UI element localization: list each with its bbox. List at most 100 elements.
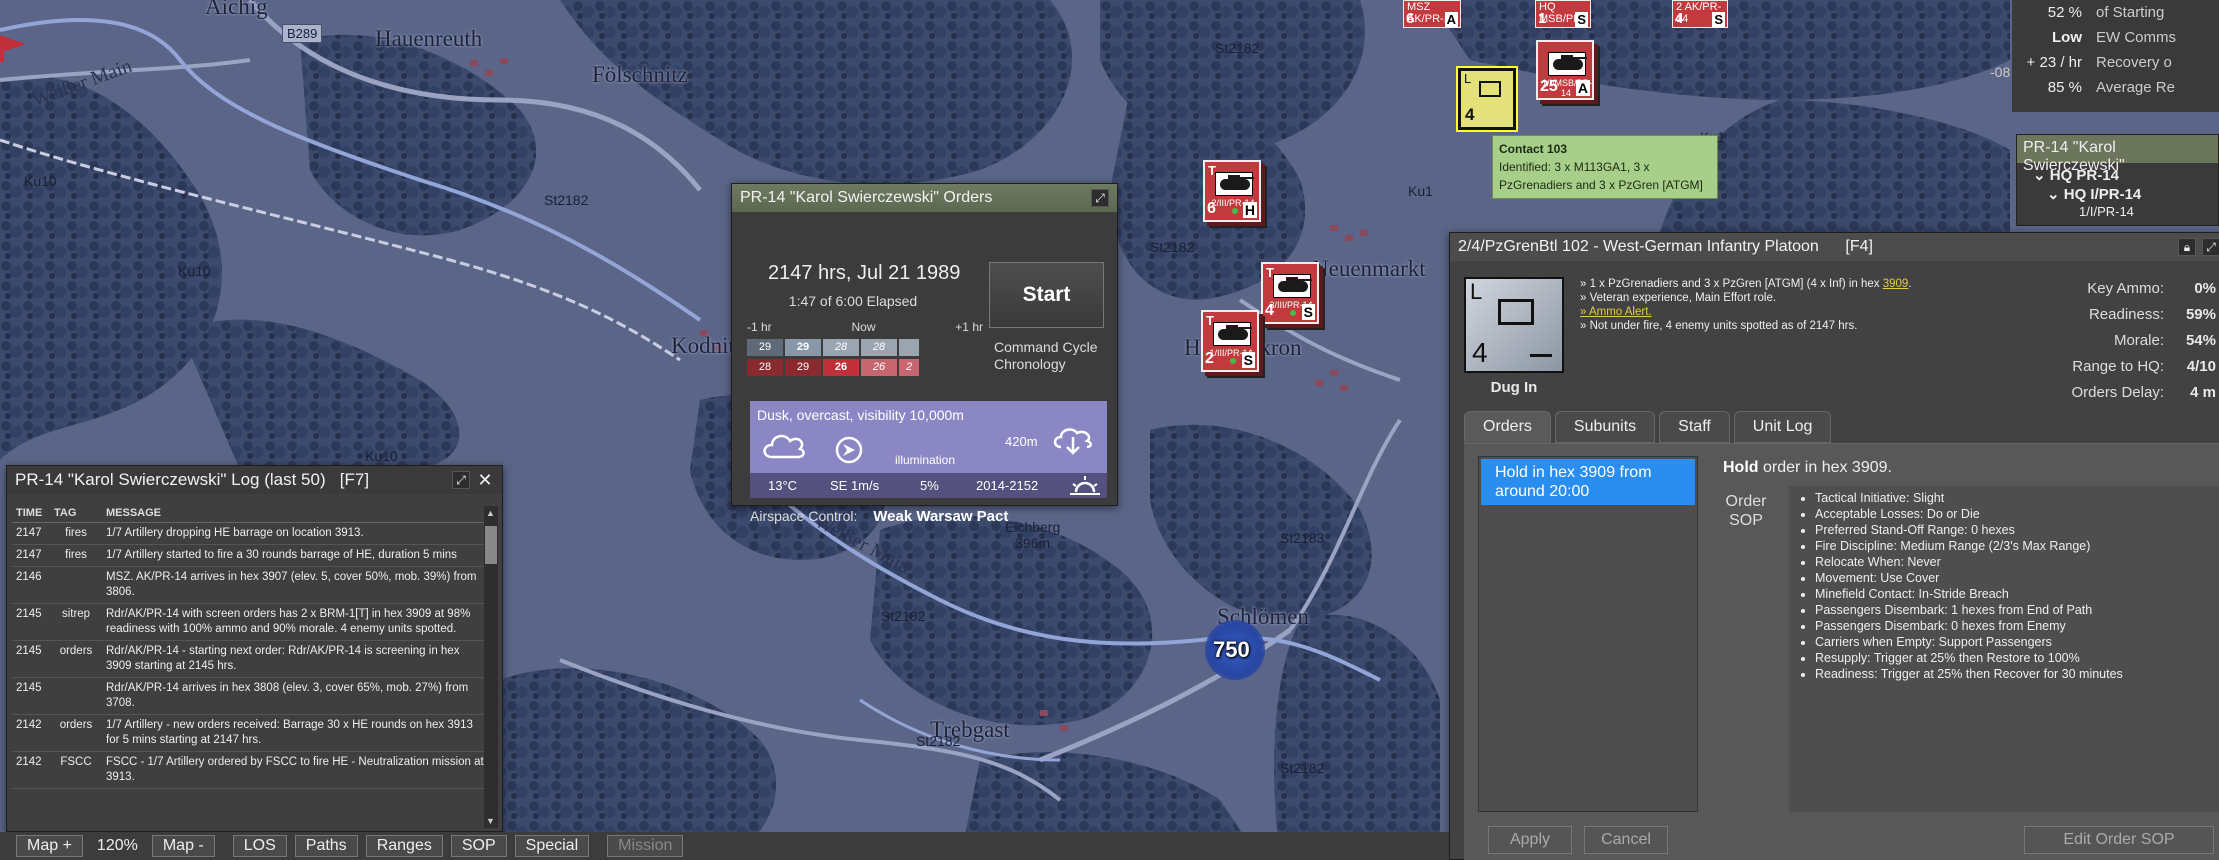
tooltip-title: Contact 103 [1499,142,1568,156]
chevron-down-icon[interactable]: ⌄ [2047,186,2064,203]
expand-icon[interactable]: ⤢ [1091,189,1109,207]
scroll-down-icon[interactable]: ▼ [486,816,495,826]
log-scrollbar[interactable]: ▲ ▼ [484,506,498,828]
table-row[interactable]: 2147 fires 1/7 Artillery started to fire a… [12,544,488,567]
order-of-battle-panel[interactable]: PR-14 "Karol Swierczewski" ⌄ HQ PR-14 ⌄ … [2016,134,2219,226]
special-button[interactable]: Special [514,835,590,857]
expand-icon[interactable]: ⤢ [2202,238,2219,256]
tank-symbol-icon [1213,322,1252,346]
list-item: Passengers Disembark: 0 hexes from Enemy [1815,618,2207,634]
wind-direction-icon [835,436,863,464]
start-button[interactable]: Start [989,262,1104,328]
log-tag: FSCC [50,751,102,789]
grid-mark: -08 [1990,64,2011,80]
table-row[interactable]: 2147 fires 1/7 Artillery dropping HE barra… [12,522,488,545]
unit-panel-titlebar[interactable]: 2/4/PzGrenBtl 102 - West-German Infantry… [1450,233,2219,261]
list-item: Preferred Stand-Off Range: 0 hexes [1815,522,2207,538]
log-window-titlebar[interactable]: PR-14 "Karol Swierczewski" Log (last 50)… [7,466,502,494]
log-message: Rdr/AK/PR-14 arrives in hex 3808 (elev. … [102,677,488,715]
enemy-counter[interactable]: T 1/III/PR-14 2 S [1201,310,1259,372]
command-cycle-timeline[interactable]: -1 hr Now +1 hr 29 29 28 28 28 29 26 26 … [747,320,983,376]
timeline-label: +1 hr [955,320,983,334]
table-row[interactable]: 2145 orders Rdr/AK/PR-14 - starting next o… [12,640,488,678]
orders-window[interactable]: PR-14 "Karol Swierczewski" Orders ⤢ 2147… [731,183,1118,525]
column-header[interactable]: TIME [12,504,50,523]
zoom-in-button[interactable]: Map + [16,835,83,857]
orders-window-titlebar[interactable]: PR-14 "Karol Swierczewski" Orders ⤢ [732,184,1117,212]
mission-button[interactable]: Mission [607,835,684,857]
stat-label: Key Ammo: [2087,279,2164,297]
hex-label: Ku10 [365,448,398,464]
stat-label: Range to HQ: [2072,357,2164,375]
log-table: TIME TAG MESSAGE 2147 fires 1/7 Artillery … [12,504,488,789]
paths-button[interactable]: Paths [294,835,358,857]
scroll-up-icon[interactable]: ▲ [486,508,495,518]
objective-flag-icon[interactable] [0,34,27,64]
enemy-counter[interactable]: T 2/III/PR-14 6 H [1203,160,1261,222]
contact-tooltip: Contact 103 Identified: 3 x M113GA1, 3 x… [1492,135,1718,199]
ranges-button[interactable]: Ranges [365,835,443,857]
table-row[interactable]: 2142 orders 1/7 Artillery - new orders rec… [12,714,488,752]
tab-subunits[interactable]: Subunits [1554,411,1656,443]
airspace-label: Airspace Control: [750,508,858,524]
list-item[interactable]: Hold in hex 3909 from around 20:00 [1481,459,1695,505]
counter-strength: 4 [1675,10,1684,27]
oob-item[interactable]: 1/I/PR-14 [2017,204,2218,223]
counter-strength: 4 [1265,302,1274,319]
counter-strength: 4 [1465,105,1475,124]
enemy-counter[interactable]: 2 AK/PR-14 4 S [1672,0,1728,28]
log-tag: orders [50,714,102,752]
sop-button[interactable]: SOP [450,835,507,857]
table-row[interactable]: 2146 MSZ. AK/PR-14 arrives in hex 3907 (e… [12,566,488,604]
hex-label: St2182 [1280,760,1325,776]
zoom-out-button[interactable]: Map - [151,835,215,857]
stat-value: 4/10 [2186,357,2216,375]
column-header[interactable]: TAG [50,504,102,523]
sop-label: Order SOP [1725,493,1767,529]
enemy-counter[interactable]: HQ MSB/PR 1 S [1535,0,1591,28]
command-cycle-chronology-link[interactable]: Command Cycle Chronology [994,339,1097,373]
tab-staff[interactable]: Staff [1659,411,1730,443]
oob-item[interactable]: ⌄ HQ I/PR-14 [2017,185,2218,204]
hex-link[interactable]: 3909 [1883,278,1909,290]
status-dot [1230,358,1236,364]
log-message: 1/7 Artillery started to fire a 30 round… [102,544,488,567]
overview-row: Low EW Comms [2012,25,2219,50]
cancel-button[interactable]: Cancel [1584,826,1668,854]
enemy-counter[interactable]: MSZ AK/PR-14 6 A [1403,0,1461,28]
timeline-cell: 29 [785,339,821,356]
table-row[interactable]: 2145 Rdr/AK/PR-14 arrives in hex 3808 (el… [12,677,488,715]
hex-label: Ku10 [24,173,57,189]
edit-order-sop-button[interactable]: Edit Order SOP [2024,826,2214,854]
enemy-counter[interactable]: 1/I/MSB/PR-14 25 A [1536,40,1594,100]
close-icon[interactable]: ✕ [476,470,494,490]
tab-unit-log[interactable]: Unit Log [1733,411,1832,443]
enemy-counter[interactable]: T 3/III/PR-14 4 S [1261,262,1319,324]
oob-item[interactable]: ⌄ HQ PR-14 [2017,166,2218,185]
selected-unit-counter[interactable]: L 4 [1458,68,1516,130]
oob-item-label: HQ PR-14 [2049,167,2119,184]
log-tag: sitrep [50,603,102,641]
airspace-value: Weak Warsaw Pact [873,508,1009,525]
unit-panel[interactable]: 2/4/PzGrenBtl 102 - West-German Infantry… [1449,232,2219,860]
apply-button[interactable]: Apply [1488,826,1572,854]
chevron-down-icon[interactable]: ⌄ [2033,167,2050,184]
timeline-cell [899,339,919,356]
timeline-cell: 26 [861,359,897,376]
log-window[interactable]: PR-14 "Karol Swierczewski" Log (last 50)… [6,465,503,832]
log-time: 2145 [12,603,50,641]
ammo-alert-link[interactable]: » Ammo Alert. [1580,305,1912,319]
table-row[interactable]: 2145 sitrep Rdr/AK/PR-14 with screen order… [12,603,488,641]
los-button[interactable]: LOS [232,835,287,857]
lock-icon[interactable]: 🔒︎ [2178,238,2196,256]
cloud-download-icon [1053,428,1092,455]
order-list[interactable]: Hold in hex 3909 from around 20:00 [1478,456,1698,812]
unit-strength: 4 [1472,337,1488,368]
table-row[interactable]: 2142 FSCC FSCC - 1/7 Artillery ordered by … [12,751,488,789]
status-dot [1290,310,1296,316]
expand-icon[interactable]: ⤢ [452,471,470,489]
scrollbar-thumb[interactable] [485,526,497,564]
log-tag [50,566,102,604]
column-header[interactable]: MESSAGE [102,504,488,523]
tab-orders[interactable]: Orders [1464,411,1551,443]
